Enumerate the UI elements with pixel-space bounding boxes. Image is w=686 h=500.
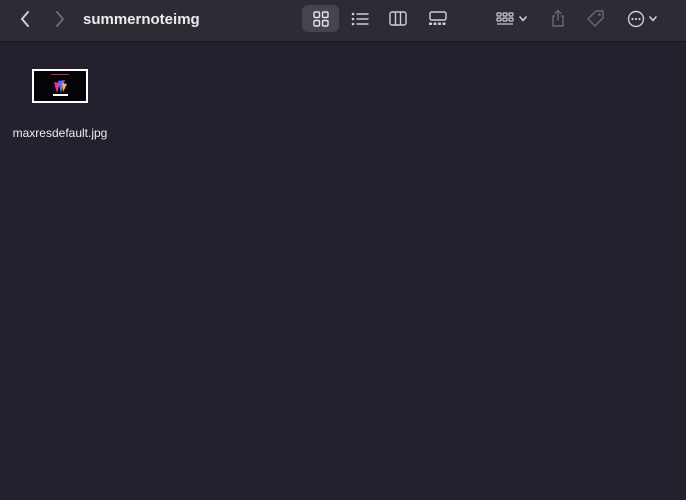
file-area[interactable]: maxresdefault.jpg bbox=[0, 43, 686, 500]
image-thumbnail bbox=[32, 69, 88, 103]
window-title: summernoteimg bbox=[83, 11, 200, 28]
more-actions-icon bbox=[627, 10, 644, 27]
file-name: maxresdefault.jpg bbox=[12, 126, 108, 140]
share-icon bbox=[552, 9, 564, 27]
group-by-button[interactable] bbox=[492, 5, 532, 32]
tag-icon bbox=[586, 10, 604, 27]
group-by-icon bbox=[496, 11, 514, 25]
gallery-icon bbox=[429, 11, 447, 25]
back-button[interactable] bbox=[14, 8, 36, 30]
column-view-button[interactable] bbox=[385, 5, 411, 32]
toolbar: summernoteimg bbox=[0, 0, 686, 42]
grid-icon bbox=[312, 10, 329, 27]
list-icon bbox=[351, 12, 369, 25]
share-button[interactable] bbox=[546, 5, 570, 32]
forward-button[interactable] bbox=[49, 8, 71, 30]
finder-window: summernoteimg maxresdefault.jpg bbox=[0, 0, 686, 500]
icon-view-button[interactable] bbox=[302, 5, 339, 32]
file-item[interactable]: maxresdefault.jpg bbox=[8, 65, 112, 145]
chevron-right-icon bbox=[56, 11, 64, 27]
image-preview bbox=[34, 71, 86, 101]
tag-button[interactable] bbox=[583, 5, 607, 32]
columns-icon bbox=[389, 11, 407, 26]
more-actions-button[interactable] bbox=[622, 5, 662, 32]
gallery-view-button[interactable] bbox=[424, 5, 452, 32]
chevron-left-icon bbox=[21, 11, 29, 27]
chevron-down-icon bbox=[648, 15, 657, 21]
chevron-down-icon bbox=[519, 15, 527, 21]
list-view-button[interactable] bbox=[347, 5, 373, 32]
